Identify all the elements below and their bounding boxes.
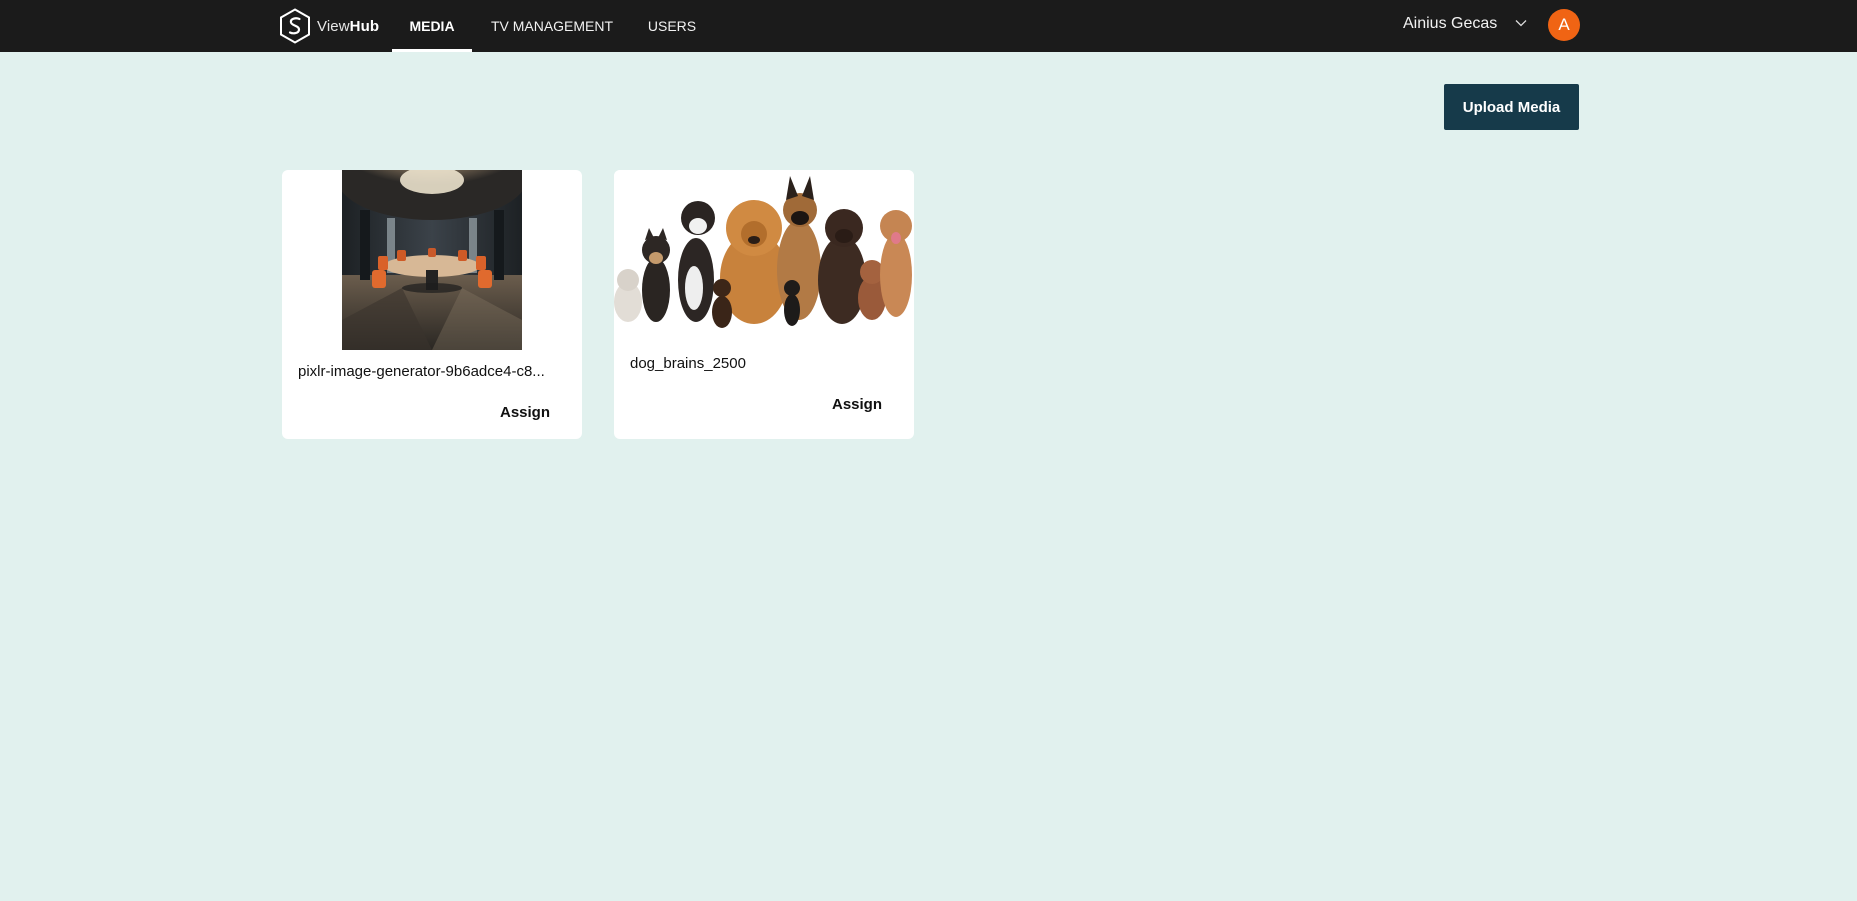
conference-room-image[interactable] <box>342 170 522 350</box>
media-title: dog_brains_2500 <box>630 355 746 372</box>
viewhub-logo[interactable]: ViewHub <box>279 7 379 45</box>
media-card: pixlr-image-generator-9b6adce4-c8... Ass… <box>282 170 582 439</box>
logo-text-suffix: Hub <box>349 17 380 35</box>
upload-media-button[interactable]: Upload Media <box>1444 84 1579 130</box>
tab-tv-management[interactable]: TV MANAGEMENT <box>491 0 613 52</box>
assign-button[interactable]: Assign <box>832 396 882 413</box>
user-name[interactable]: Ainius Gecas <box>1403 0 1497 48</box>
media-card: dog_brains_2500 Assign <box>614 170 914 439</box>
chevron-down-icon[interactable] <box>1513 15 1529 31</box>
logo-text: ViewHub <box>317 18 379 35</box>
logo-hexagon-icon <box>280 8 310 44</box>
media-title: pixlr-image-generator-9b6adce4-c8... <box>298 363 545 380</box>
logo-text-prefix: View <box>317 17 350 35</box>
dogs-group-image[interactable] <box>614 170 914 330</box>
tab-users[interactable]: USERS <box>648 0 696 52</box>
assign-button[interactable]: Assign <box>500 404 550 421</box>
top-navigation-bar: ViewHub MEDIA TV MANAGEMENT USERS Ainius… <box>0 0 1857 52</box>
tab-media[interactable]: MEDIA <box>392 0 472 52</box>
avatar[interactable]: A <box>1548 9 1580 41</box>
